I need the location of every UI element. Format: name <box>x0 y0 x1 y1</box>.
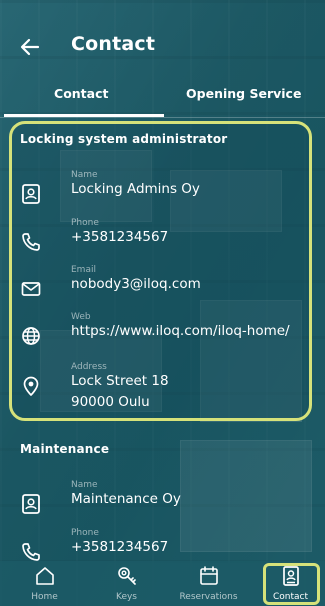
globe-icon <box>22 327 40 345</box>
web-label: Web <box>71 312 91 322</box>
admin-email-row[interactable]: Email nobody3@iloq.com <box>0 265 325 311</box>
back-arrow-icon[interactable] <box>18 35 42 59</box>
tab-opening-service[interactable]: Opening Service <box>163 80 325 116</box>
name-value: Locking Admins Oy <box>71 181 200 197</box>
contact-nav-highlight-box <box>263 563 320 605</box>
section-title-locking-admin: Locking system administrator <box>20 132 228 146</box>
phone-label: Phone <box>71 218 99 228</box>
nav-label-keys: Keys <box>115 592 137 602</box>
email-value[interactable]: nobody3@iloq.com <box>71 276 201 292</box>
contact-screen: Contact Contact Opening Service Locking … <box>0 0 325 606</box>
phone-value[interactable]: +3581234567 <box>71 539 168 555</box>
name-label: Name <box>71 170 98 180</box>
calendar-icon <box>199 566 218 585</box>
page-title: Contact <box>71 33 156 55</box>
admin-phone-row[interactable]: Phone +3581234567 <box>0 218 325 264</box>
phone-icon <box>22 543 40 561</box>
location-pin-icon <box>23 376 39 396</box>
address-label: Address <box>71 362 107 372</box>
section-title-maintenance: Maintenance <box>20 442 110 456</box>
tab-bar: Contact Opening Service <box>0 80 325 116</box>
address-line-1: Lock Street 18 <box>71 373 169 389</box>
nav-reservations[interactable]: Reservations <box>176 561 241 606</box>
name-value: Maintenance Oy <box>71 491 181 507</box>
nav-label-home: Home <box>31 592 58 602</box>
nav-keys[interactable]: Keys <box>94 561 159 606</box>
tab-contact[interactable]: Contact <box>0 80 163 116</box>
nav-label-reservations: Reservations <box>179 592 238 602</box>
phone-label: Phone <box>71 528 99 538</box>
phone-value[interactable]: +3581234567 <box>71 229 168 245</box>
name-label: Name <box>71 480 98 490</box>
keys-icon <box>117 567 136 585</box>
web-value[interactable]: https://www.iloq.com/iloq-home/ <box>71 323 290 339</box>
email-icon <box>21 282 41 296</box>
contact-card-icon <box>22 494 40 514</box>
home-icon <box>35 567 54 585</box>
maintenance-name-row: Name Maintenance Oy <box>0 480 325 526</box>
phone-icon <box>22 233 40 251</box>
nav-home[interactable]: Home <box>12 561 77 606</box>
contact-card-icon <box>22 184 40 204</box>
admin-address-row[interactable]: Address Lock Street 18 90000 Oulu <box>0 362 325 418</box>
address-line-2: 90000 Oulu <box>71 394 150 410</box>
app-header: Contact Contact Opening Service <box>0 0 325 118</box>
email-label: Email <box>71 265 96 275</box>
admin-web-row[interactable]: Web https://www.iloq.com/iloq-home/ <box>0 312 325 358</box>
admin-name-row: Name Locking Admins Oy <box>0 170 325 216</box>
tab-divider <box>0 117 325 118</box>
